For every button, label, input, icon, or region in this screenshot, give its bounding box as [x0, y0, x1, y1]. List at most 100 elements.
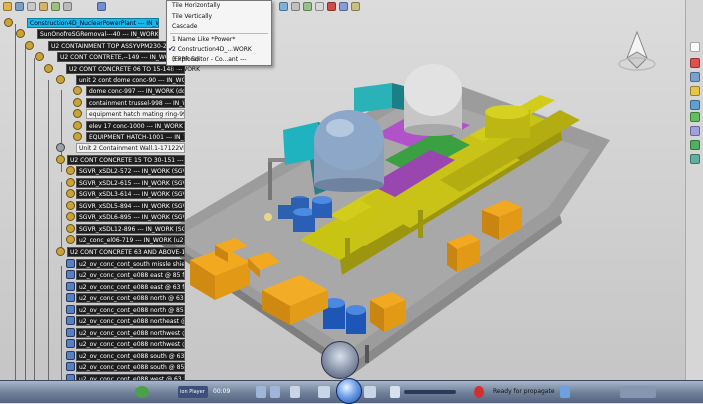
tree-node[interactable]: u2_ov_conc_cont_south missle shield o — [76, 259, 185, 269]
part-icon — [66, 282, 75, 291]
product-icon — [16, 29, 25, 38]
clash-icon[interactable] — [690, 112, 700, 122]
sequence-icon[interactable] — [690, 154, 700, 164]
record-icon[interactable] — [474, 386, 484, 398]
tree-node[interactable]: SGVR_xSDL3-614 --- IN_WORK (SGVR — [76, 189, 185, 199]
menu-item-tile-horizontally[interactable]: Tile Horizontally — [167, 1, 271, 11]
folder-icon[interactable] — [3, 2, 12, 11]
product-icon — [73, 132, 82, 141]
product-icon — [25, 41, 34, 50]
tree-node[interactable]: u2_ov_conc_cont_e088 south @ 85 foo — [76, 362, 185, 372]
tree-node[interactable]: SGVR_xSDL6-895 --- IN_WORK (SGVR — [76, 212, 185, 222]
tree-node[interactable]: dome conc-997 --- IN_WORK (dom — [86, 86, 185, 96]
tree-node[interactable]: u2_ov_conc_cont_e088 north @ 85 foo — [76, 305, 185, 315]
section-icon[interactable] — [690, 100, 700, 110]
tree-node[interactable]: unit 2 cont dome conc-90 --- IN_WORK (u — [76, 75, 185, 85]
time-display: 00:09 — [213, 388, 231, 395]
stop-icon[interactable] — [290, 386, 300, 398]
tree-node[interactable]: SGVR_xSDL5-894 --- IN_WORK (SGVR — [76, 201, 185, 211]
tree-node[interactable]: SunOnofreSGRemoval---40 --- IN_WORK (Sun — [37, 29, 159, 39]
zoom-icon[interactable] — [63, 2, 72, 11]
stop-icon[interactable] — [327, 2, 336, 11]
network-icon[interactable] — [560, 386, 570, 398]
tree-node[interactable]: U2 CONT CONCRETE 15 TO 30-151 --- IN_WO — [67, 155, 185, 165]
menu-item-window-2[interactable]: 2 Construction4D_...WORK (Explore) — [167, 45, 271, 63]
playback-controls[interactable] — [321, 341, 359, 379]
camera-icon[interactable] — [690, 72, 700, 82]
menu-separator — [170, 33, 268, 34]
tree-node[interactable]: containment trussel-998 --- IN_WOR — [86, 98, 185, 108]
product-icon[interactable] — [39, 2, 48, 11]
part-icon — [66, 351, 75, 360]
pan-icon[interactable] — [303, 2, 312, 11]
tree-icon[interactable] — [15, 2, 24, 11]
part-icon — [66, 316, 75, 325]
tree-node[interactable]: u2_ov_conc_cont_e088 northeast @ 63 — [76, 316, 185, 326]
shuffle-icon[interactable] — [256, 386, 266, 398]
tree-node[interactable]: SGVR_xSDL2-572 --- IN_WORK (SGVR — [76, 166, 185, 176]
system-tray-icon[interactable] — [620, 386, 656, 398]
part-icon — [66, 305, 75, 314]
tree-node[interactable]: u2_conc_el06-719 --- IN_WORK (u2_co — [76, 235, 185, 245]
explode-icon[interactable] — [51, 2, 60, 11]
volume-slider[interactable] — [404, 390, 456, 394]
next-icon[interactable] — [364, 386, 376, 398]
volume-icon[interactable] — [390, 386, 400, 398]
product-icon — [35, 52, 44, 61]
rotate-icon[interactable] — [279, 2, 288, 11]
part-icon — [66, 328, 75, 337]
tree-node[interactable]: u2_ov_conc_cont_e088 south @ 63 foo — [76, 351, 185, 361]
tree-node[interactable]: Unit 2 Containment Wall.1-17122VPM — [76, 143, 185, 153]
tree-node[interactable]: u2_ov_conc_cont_e088 northwest @ 6 — [76, 328, 185, 338]
light-icon[interactable] — [690, 86, 700, 96]
play-icon[interactable] — [336, 378, 362, 404]
product-icon — [56, 75, 65, 84]
tree-node[interactable]: U2 CONTAINMENT TOP ASSYVPM230-20 — [48, 41, 185, 51]
zoom-in-icon[interactable] — [315, 2, 324, 11]
menu-item-window-1[interactable]: 1 Name Like *Power* — [167, 35, 271, 45]
tree-node[interactable]: elev 17 conc-1000 --- IN_WORK (el — [86, 121, 185, 131]
repeat-icon[interactable] — [270, 386, 280, 398]
part-icon — [66, 339, 75, 348]
product-icon — [66, 201, 75, 210]
previous-icon[interactable] — [318, 386, 330, 398]
part-icon — [66, 362, 75, 371]
menu-item-window-3[interactable]: 3 PPR Editor - Co...ant --- IN_WORK — [167, 55, 271, 73]
tree-node[interactable]: u2_ov_conc_cont_e088 east @ 63 foot — [76, 282, 185, 292]
product-icon — [56, 155, 65, 164]
menu-item-cascade[interactable]: Cascade — [167, 22, 271, 32]
annotation-icon[interactable] — [690, 58, 700, 68]
product-icon — [66, 166, 75, 175]
menu-item-tile-vertically[interactable]: Tile Vertically — [167, 12, 271, 22]
tree-node-root[interactable]: Construction4D_NuclearPowerPlant --- IN_… — [27, 18, 159, 28]
measure-icon[interactable] — [690, 126, 700, 136]
product-icon — [4, 18, 13, 27]
fly-icon[interactable] — [291, 2, 300, 11]
taskbar-item[interactable]: ion Player — [178, 386, 208, 398]
part-icon — [56, 143, 65, 152]
tree-node[interactable]: SGVR_xSDL2-615 --- IN_WORK (SGVR — [76, 178, 185, 188]
text-icon[interactable] — [690, 42, 700, 52]
right-toolbar — [685, 0, 703, 380]
tree-node[interactable]: u2_ov_conc_cont_e088 northwest @ 8 — [76, 339, 185, 349]
product-icon — [66, 235, 75, 244]
help-icon[interactable] — [97, 2, 106, 11]
tree-node[interactable]: EQUIPMENT HATCH-1001 --- IN_WO — [86, 132, 185, 142]
product-icon — [73, 98, 82, 107]
tree-node[interactable]: U2 CONT CONCRETE 63 AND ABOVE-150 — [67, 247, 185, 257]
compass-icon[interactable] — [612, 30, 662, 80]
tree-node[interactable]: u2_ov_conc_cont_e088 north @ 63 foo — [76, 293, 185, 303]
render-icon[interactable] — [339, 2, 348, 11]
start-orb-icon[interactable] — [135, 386, 149, 398]
product-icon — [56, 247, 65, 256]
product-icon — [73, 86, 82, 95]
part-icon — [66, 270, 75, 279]
tree-node[interactable]: u2_ov_conc_cont_e088 east @ 85 foot — [76, 270, 185, 280]
top-toolbar — [0, 0, 685, 14]
measure-icon[interactable] — [351, 2, 360, 11]
simulate-icon[interactable] — [690, 140, 700, 150]
filter-icon[interactable] — [27, 2, 36, 11]
tree-node[interactable]: equipment hatch mating ring-999 — [86, 109, 185, 119]
tree-node[interactable]: SGVR_xSDL12-896 --- IN_WORK (SGV — [76, 224, 185, 234]
product-icon — [73, 121, 82, 130]
